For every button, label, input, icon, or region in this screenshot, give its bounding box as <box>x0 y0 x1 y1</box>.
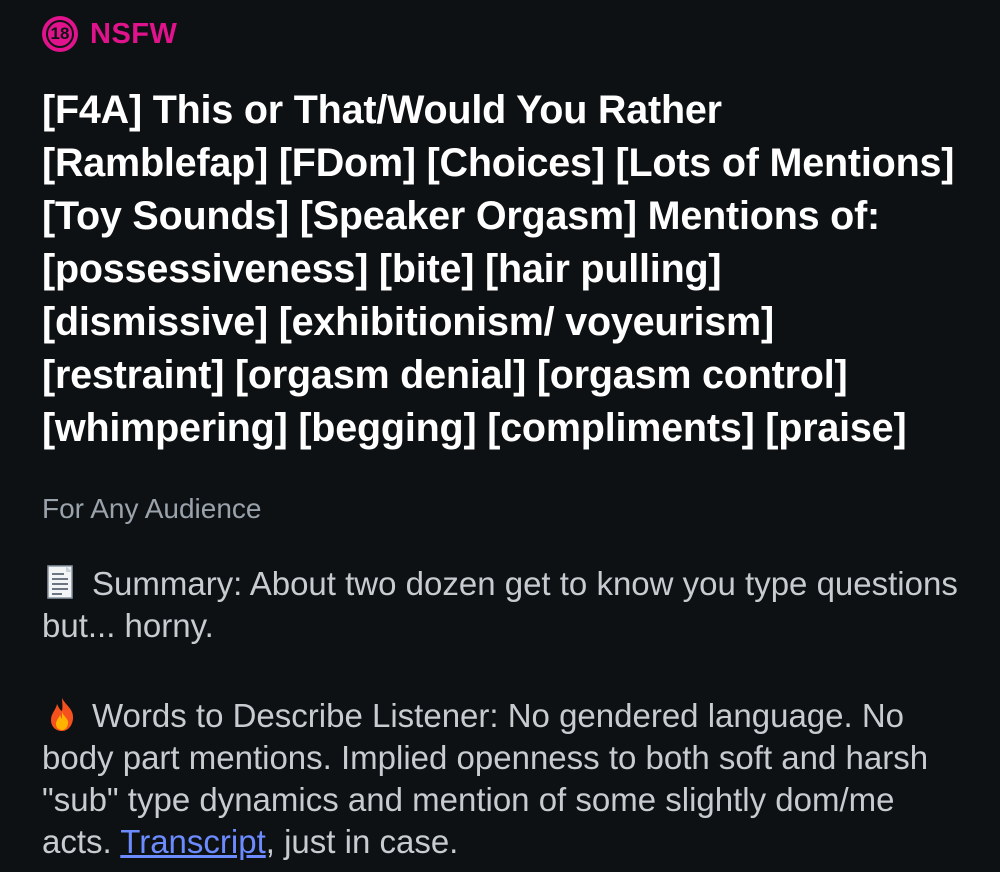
post-flair: For Any Audience <box>42 493 262 524</box>
nsfw-label: NSFW <box>90 17 178 50</box>
page-facing-up-icon <box>47 565 73 599</box>
transcript-link[interactable]: Transcript <box>120 823 265 860</box>
fire-icon <box>51 698 74 731</box>
nsfw-badge: 18 NSFW <box>42 14 958 54</box>
post-content: 18 NSFW [F4A] This or That/Would You Rat… <box>0 0 1000 872</box>
eighteen-plus-number: 18 <box>50 24 70 43</box>
summary-paragraph: Summary: About two dozen get to know you… <box>42 563 958 647</box>
post-title[interactable]: [F4A] This or That/Would You Rather [Ram… <box>42 84 958 455</box>
listener-text-tail: , just in case. <box>265 823 459 860</box>
eighteen-plus-icon: 18 <box>42 16 78 52</box>
listener-paragraph: Words to Describe Listener: No gendered … <box>42 695 958 863</box>
summary-text: Summary: About two dozen get to know you… <box>42 565 958 644</box>
